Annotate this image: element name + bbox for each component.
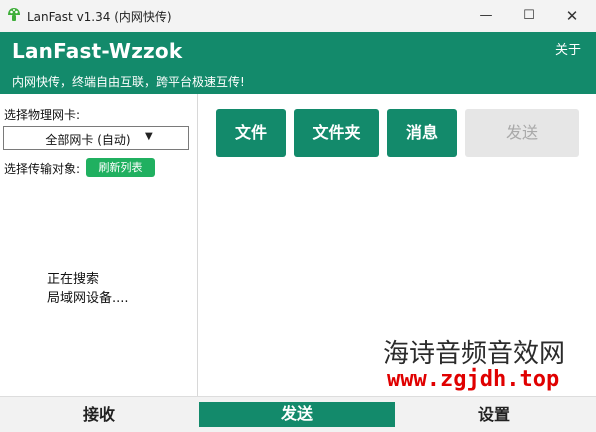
- title-bar[interactable]: LanFast v1.34 (内网快传) — ☐ ✕: [0, 0, 596, 33]
- tagline: 内网快传，终端自由互联，跨平台极速互传!: [12, 75, 245, 89]
- watermark-url: www.zgjdh.top: [387, 367, 560, 392]
- device-panel: 选择物理网卡: 全部网卡 (自动) ▼ 选择传输对象: 刷新列表 正在搜索 局域…: [0, 94, 198, 396]
- app-window: LanFast v1.34 (内网快传) — ☐ ✕ LanFast-Wzzok…: [0, 0, 596, 432]
- app-header: LanFast-Wzzok 关于 内网快传，终端自由互联，跨平台极速互传!: [0, 32, 596, 94]
- nic-label: 选择物理网卡:: [4, 108, 81, 122]
- search-status-line2: 局域网设备....: [47, 291, 129, 306]
- message-button[interactable]: 消息: [387, 109, 457, 157]
- bottom-nav: 接收 发送 设置: [0, 396, 596, 432]
- chevron-down-icon: ▼: [145, 131, 153, 142]
- tab-settings[interactable]: 设置: [395, 403, 593, 427]
- nic-dropdown[interactable]: 全部网卡 (自动) ▼: [3, 126, 189, 150]
- watermark-text: 海诗音频音效网: [383, 339, 566, 369]
- send-button[interactable]: 发送: [465, 109, 579, 157]
- minimize-button[interactable]: —: [464, 0, 508, 32]
- target-label: 选择传输对象:: [4, 162, 81, 176]
- close-button[interactable]: ✕: [550, 0, 594, 32]
- search-status-line1: 正在搜索: [47, 272, 100, 287]
- maximize-button[interactable]: ☐: [507, 0, 551, 32]
- window-title: LanFast v1.34 (内网快传): [27, 10, 172, 24]
- file-button[interactable]: 文件: [216, 109, 286, 157]
- tab-receive[interactable]: 接收: [0, 403, 198, 427]
- about-link[interactable]: 关于: [555, 39, 581, 58]
- folder-button[interactable]: 文件夹: [294, 109, 379, 157]
- app-name: LanFast-Wzzok: [12, 39, 183, 63]
- search-status: 正在搜索 局域网设备....: [47, 270, 129, 308]
- refresh-list-button[interactable]: 刷新列表: [86, 158, 155, 177]
- tab-send[interactable]: 发送: [199, 402, 395, 427]
- mushroom-icon: [8, 8, 20, 21]
